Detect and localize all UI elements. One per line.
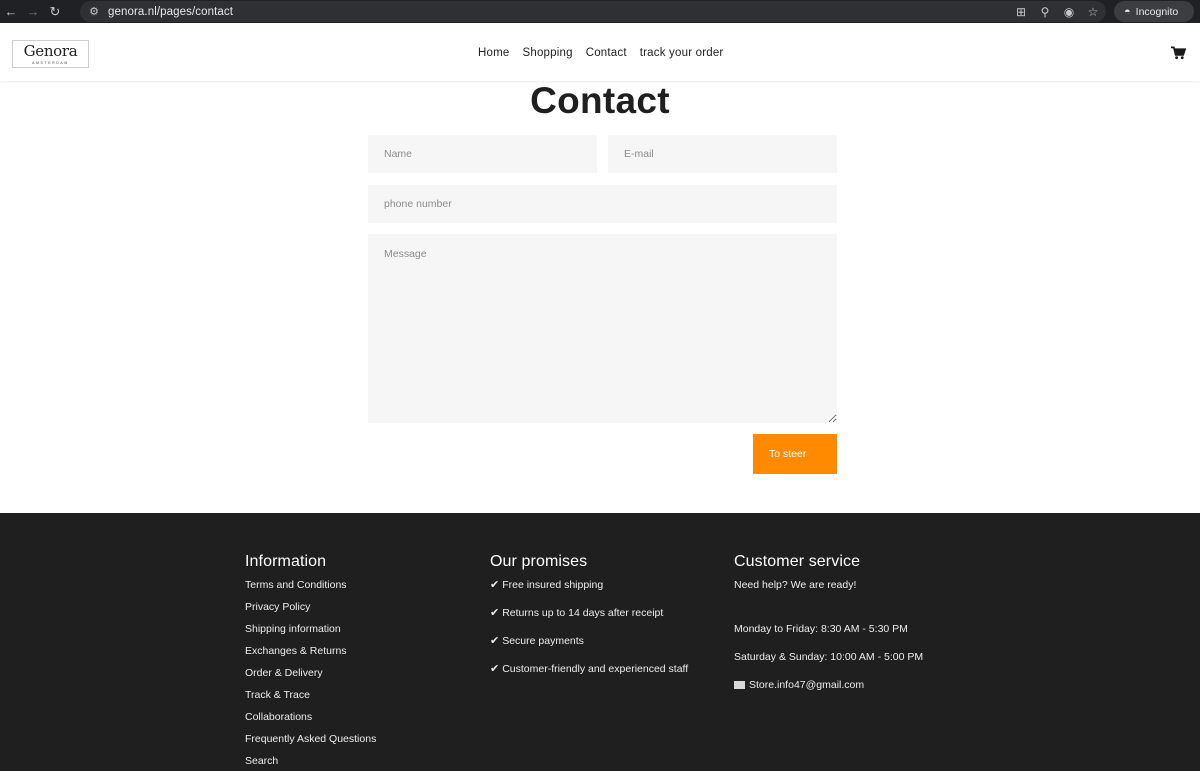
main-nav: Home Shopping Contact track your order bbox=[478, 47, 723, 59]
footer-link-faq[interactable]: Frequently Asked Questions bbox=[245, 728, 376, 750]
url-text: genora.nl/pages/contact bbox=[108, 5, 234, 18]
incognito-label: Incognito bbox=[1135, 5, 1179, 18]
forward-icon[interactable]: → bbox=[22, 0, 44, 23]
promises-heading: Our promises bbox=[490, 553, 588, 570]
check-icon: ✔ bbox=[490, 663, 500, 675]
service-intro: Need help? We are ready! bbox=[734, 579, 857, 591]
check-icon: ✔ bbox=[490, 607, 500, 619]
translate-icon[interactable]: ⊞ bbox=[1014, 5, 1028, 19]
footer-promises: Our promises ✔ Free insured shipping ✔ Ret… bbox=[490, 553, 688, 686]
footer-information: Information Terms and Conditions Privacy… bbox=[245, 553, 376, 771]
footer-link-terms[interactable]: Terms and Conditions bbox=[245, 574, 376, 596]
site-header: Genora AMSTERDAM Home Shopping Contact t… bbox=[0, 28, 1200, 81]
browser-toolbar: ← → ↻ ⚙ genora.nl/pages/contact ⊞ ⚲ ◉ ☆ … bbox=[0, 0, 1200, 23]
footer-link-track-trace[interactable]: Track & Trace bbox=[245, 684, 376, 706]
back-icon[interactable]: ← bbox=[0, 0, 22, 23]
name-input[interactable] bbox=[368, 135, 597, 173]
footer-customer-service: Customer service Need help? We are ready… bbox=[734, 553, 923, 702]
information-heading: Information bbox=[245, 553, 327, 570]
message-textarea[interactable] bbox=[368, 234, 837, 423]
footer-link-exchanges[interactable]: Exchanges & Returns bbox=[245, 640, 376, 662]
cart-icon[interactable] bbox=[1171, 46, 1186, 60]
logo-subtext: AMSTERDAM bbox=[32, 60, 69, 65]
footer-link-order-delivery[interactable]: Order & Delivery bbox=[245, 662, 376, 684]
reload-icon[interactable]: ↻ bbox=[44, 0, 66, 23]
zoom-icon[interactable]: ⚲ bbox=[1038, 5, 1052, 19]
check-icon: ✔ bbox=[490, 635, 500, 647]
address-bar-actions: ⊞ ⚲ ◉ ☆ bbox=[1014, 1, 1100, 22]
footer-link-collaborations[interactable]: Collaborations bbox=[245, 706, 376, 728]
footer-link-privacy[interactable]: Privacy Policy bbox=[245, 596, 376, 618]
address-bar[interactable]: ⚙ genora.nl/pages/contact ⊞ ⚲ ◉ ☆ bbox=[80, 1, 1106, 22]
logo[interactable]: Genora AMSTERDAM bbox=[12, 40, 89, 68]
footer-link-shipping[interactable]: Shipping information bbox=[245, 618, 376, 640]
site-footer: Information Terms and Conditions Privacy… bbox=[0, 513, 1200, 771]
promise-text: Customer-friendly and experienced staff bbox=[502, 663, 689, 675]
email-text: Store.info47@gmail.com bbox=[749, 679, 865, 691]
incognito-icon: ◓ bbox=[1124, 5, 1131, 18]
promise-text: Free insured shipping bbox=[502, 579, 604, 591]
incognito-badge[interactable]: ◓ Incognito bbox=[1114, 1, 1194, 22]
logo-text: Genora bbox=[23, 41, 78, 60]
nav-track-order[interactable]: track your order bbox=[640, 47, 724, 59]
star-icon[interactable]: ☆ bbox=[1086, 5, 1100, 19]
check-icon: ✔ bbox=[490, 579, 500, 591]
mail-icon bbox=[734, 681, 745, 689]
weekday-hours: Monday to Friday: 8:30 AM - 5:30 PM bbox=[734, 623, 908, 635]
weekend-hours: Saturday & Sunday: 10:00 AM - 5:00 PM bbox=[734, 651, 924, 663]
email-input[interactable] bbox=[608, 135, 837, 173]
promise-item: ✔ Returns up to 14 days after receipt bbox=[490, 602, 688, 630]
submit-button[interactable]: To steer bbox=[753, 434, 837, 474]
footer-link-search[interactable]: Search bbox=[245, 750, 376, 771]
promise-text: Returns up to 14 days after receipt bbox=[502, 607, 664, 619]
customer-service-heading: Customer service bbox=[734, 553, 861, 570]
promise-item: ✔ Free insured shipping bbox=[490, 574, 688, 602]
eye-off-icon[interactable]: ◉ bbox=[1062, 5, 1076, 19]
nav-shopping[interactable]: Shopping bbox=[522, 47, 572, 59]
service-email[interactable]: Store.info47@gmail.com bbox=[734, 674, 923, 702]
page-title: Contact bbox=[530, 80, 670, 121]
site-settings-icon[interactable]: ⚙ bbox=[86, 4, 102, 20]
nav-home[interactable]: Home bbox=[478, 47, 509, 59]
promise-text: Secure payments bbox=[502, 635, 584, 647]
promise-item: ✔ Secure payments bbox=[490, 630, 688, 658]
nav-contact[interactable]: Contact bbox=[586, 47, 627, 59]
phone-input[interactable] bbox=[368, 185, 837, 223]
promise-item: ✔ Customer-friendly and experienced staff bbox=[490, 658, 688, 686]
